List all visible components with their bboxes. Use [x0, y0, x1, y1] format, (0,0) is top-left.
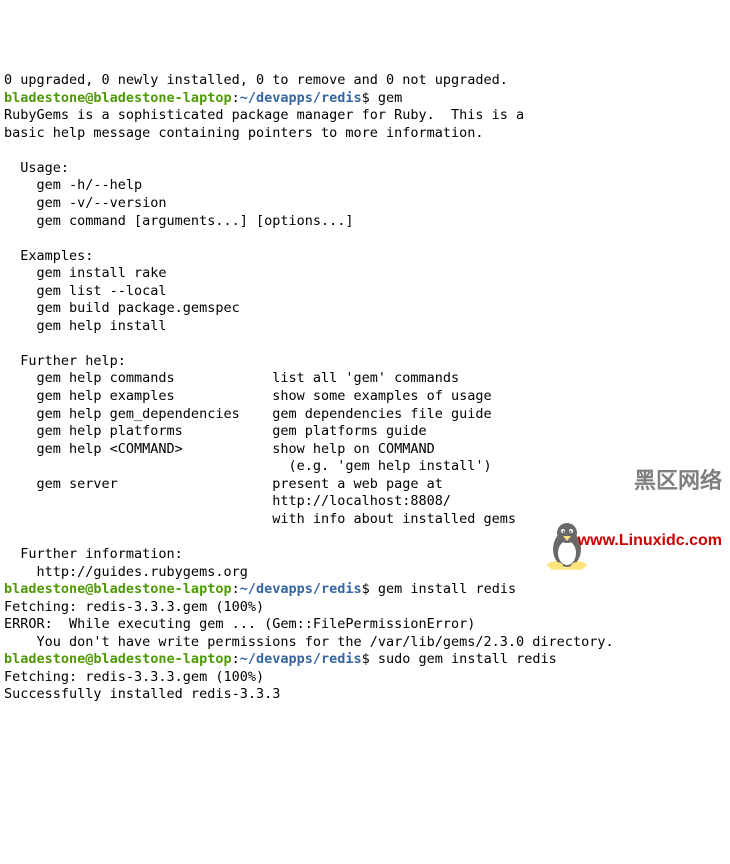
example-1: gem install rake — [4, 265, 730, 283]
further-help-1: gem help commands list all 'gem' command… — [4, 370, 730, 388]
examples-header: Examples: — [4, 248, 730, 266]
cwd-path: ~/devapps/redis — [240, 581, 362, 597]
help-intro-1: RubyGems is a sophisticated package mana… — [4, 107, 730, 125]
tux-penguin-icon — [544, 521, 590, 571]
prompt-line-2[interactable]: bladestone@bladestone-laptop:~/devapps/r… — [4, 581, 730, 599]
usage-header: Usage: — [4, 160, 730, 178]
fetching-output-2: Fetching: redis-3.3.3.gem (100%) — [4, 669, 730, 687]
further-info-url: http://guides.rubygems.org — [4, 564, 730, 582]
example-4: gem help install — [4, 318, 730, 336]
command-gem-install-redis: gem install redis — [370, 581, 516, 597]
user-host: bladestone@bladestone-laptop — [4, 90, 232, 106]
usage-3: gem command [arguments...] [options...] — [4, 213, 730, 231]
blank-line — [4, 335, 730, 353]
user-host: bladestone@bladestone-laptop — [4, 581, 232, 597]
prompt-dollar: $ — [362, 90, 370, 106]
example-3: gem build package.gemspec — [4, 300, 730, 318]
prompt-dollar: $ — [362, 651, 370, 667]
cwd-path: ~/devapps/redis — [240, 651, 362, 667]
blank-line — [4, 528, 730, 546]
truncated-top-line: 0 upgraded, 0 newly installed, 0 to remo… — [4, 72, 730, 90]
command-gem: gem — [370, 90, 403, 106]
user-host: bladestone@bladestone-laptop — [4, 651, 232, 667]
further-help-4: gem help platforms gem platforms guide — [4, 423, 730, 441]
further-help-3: gem help gem_dependencies gem dependenci… — [4, 406, 730, 424]
error-output: ERROR: While executing gem ... (Gem::Fil… — [4, 616, 730, 634]
further-help-2: gem help examples show some examples of … — [4, 388, 730, 406]
command-sudo-gem-install: sudo gem install redis — [370, 651, 557, 667]
separator: : — [232, 90, 240, 106]
fetching-output-1: Fetching: redis-3.3.3.gem (100%) — [4, 599, 730, 617]
further-help-header: Further help: — [4, 353, 730, 371]
help-intro-2: basic help message containing pointers t… — [4, 125, 730, 143]
further-info-header: Further information: — [4, 546, 730, 564]
further-help-5: gem help <COMMAND> show help on COMMAND — [4, 441, 730, 459]
success-output: Successfully installed redis-3.3.3 — [4, 686, 730, 704]
further-help-9: with info about installed gems — [4, 511, 730, 529]
separator: : — [232, 651, 240, 667]
further-help-6: (e.g. 'gem help install') — [4, 458, 730, 476]
blank-line — [4, 230, 730, 248]
further-help-8: http://localhost:8808/ — [4, 493, 730, 511]
error-detail: You don't have write permissions for the… — [4, 634, 730, 652]
separator: : — [232, 581, 240, 597]
example-2: gem list --local — [4, 283, 730, 301]
prompt-dollar: $ — [362, 581, 370, 597]
usage-2: gem -v/--version — [4, 195, 730, 213]
blank-line — [4, 142, 730, 160]
usage-1: gem -h/--help — [4, 177, 730, 195]
further-help-7: gem server present a web page at — [4, 476, 730, 494]
prompt-line-1[interactable]: bladestone@bladestone-laptop:~/devapps/r… — [4, 90, 730, 108]
prompt-line-3[interactable]: bladestone@bladestone-laptop:~/devapps/r… — [4, 651, 730, 669]
cwd-path: ~/devapps/redis — [240, 90, 362, 106]
